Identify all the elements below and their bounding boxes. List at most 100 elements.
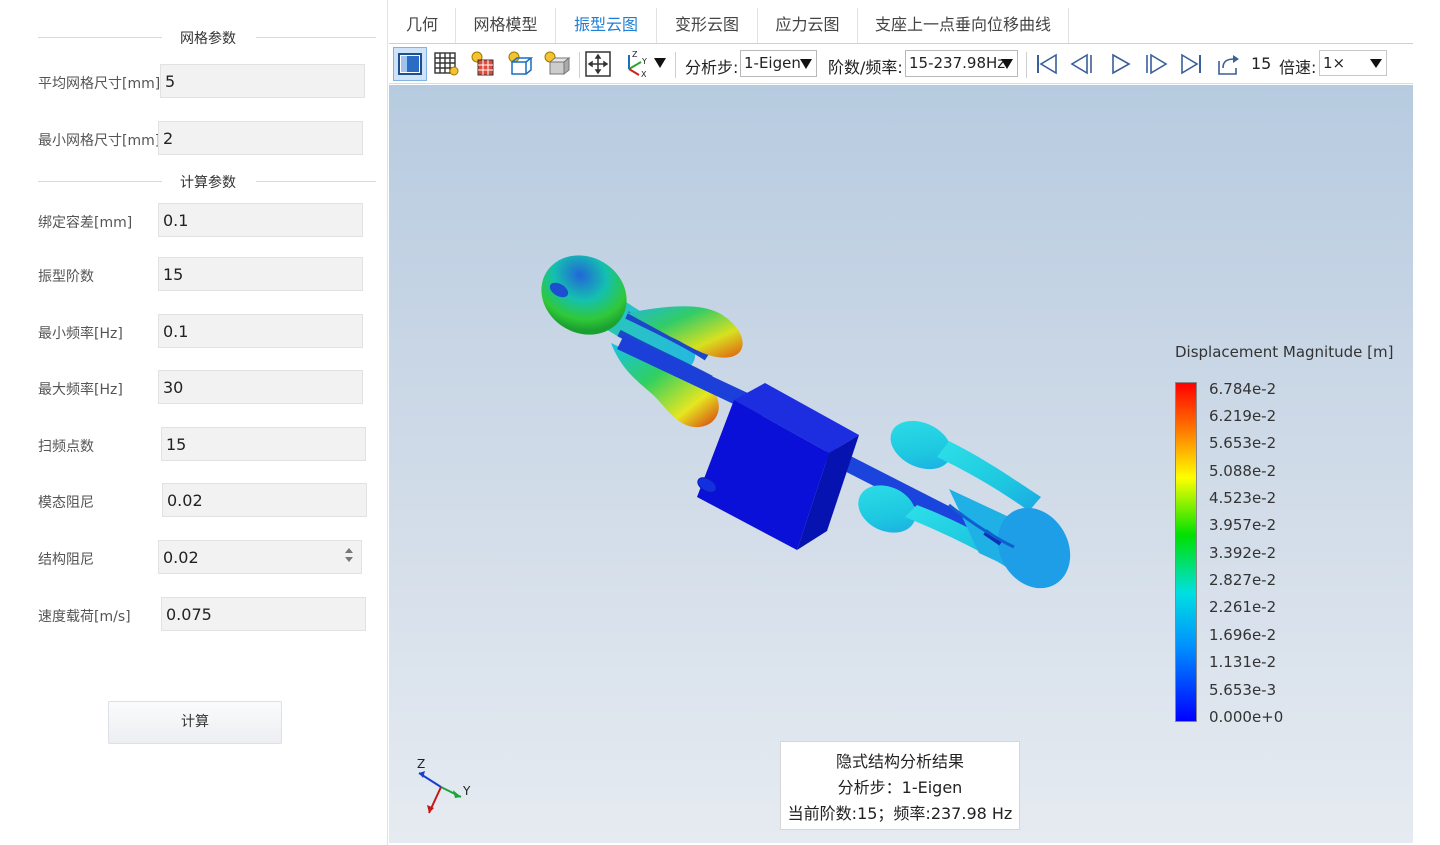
fit-view-icon[interactable] — [581, 47, 615, 81]
svg-text:Y: Y — [641, 57, 647, 66]
legend-title: Displacement Magnitude [m] — [1175, 343, 1394, 361]
parameter-panel: 网格参数 平均网格尺寸[mm] 5 最小网格尺寸[mm] 2 计算参数 绑定容差… — [0, 0, 388, 845]
calc-section-header: 计算参数 — [38, 171, 376, 191]
mode-order-input[interactable]: 15 — [158, 257, 363, 291]
legend-tick: 5.088e-2 — [1209, 462, 1277, 480]
play-icon[interactable] — [1103, 47, 1137, 81]
info-title: 隐式结构分析结果 — [835, 752, 964, 771]
legend-tick: 3.392e-2 — [1209, 544, 1277, 562]
toolbar-separator — [1026, 52, 1027, 78]
order-freq-value: 15-237.98Hz — [909, 54, 1006, 72]
next-frame-icon[interactable] — [1139, 47, 1173, 81]
param-row-max-freq: 最大频率[Hz] 30 — [0, 370, 388, 406]
legend-tick: 1.696e-2 — [1209, 626, 1277, 644]
modal-damping-input[interactable]: 0.02 — [162, 483, 367, 517]
toolbar-separator — [675, 52, 676, 78]
tab-vertical-displacement-curve[interactable]: 支座上一点垂向位移曲线 — [858, 8, 1069, 43]
analysis-step-value: 1-Eigen — [744, 54, 801, 72]
param-row-min-mesh: 最小网格尺寸[mm] 2 — [0, 121, 388, 157]
velocity-load-input[interactable]: 0.075 — [161, 597, 366, 631]
tolerance-label: 绑定容差[mm] — [38, 215, 133, 231]
calculate-button[interactable]: 计算 — [108, 701, 282, 744]
viewer-toolbar: ZYX 分析步: 1-Eigen 阶数/频率: 15-237.98Hz 15 倍… — [389, 44, 1413, 84]
mesh-view-icon[interactable] — [429, 47, 463, 81]
structural-damping-value: 0.02 — [163, 548, 199, 567]
sweep-points-input[interactable]: 15 — [161, 427, 366, 461]
solid-view-icon[interactable] — [393, 47, 427, 81]
axis-dropdown-arrow-icon[interactable] — [654, 58, 666, 68]
left-bulb-assembly — [541, 255, 743, 428]
calc-section-title: 计算参数 — [180, 175, 236, 191]
toolbar-separator — [579, 52, 580, 78]
legend-tick: 6.219e-2 — [1209, 407, 1277, 425]
svg-text:Z: Z — [632, 50, 638, 59]
legend-tick: 4.523e-2 — [1209, 489, 1277, 507]
speed-label: 倍速: — [1279, 58, 1317, 77]
legend-tick: 2.261e-2 — [1209, 598, 1277, 616]
param-row-sweep-points: 扫频点数 15 — [0, 427, 388, 463]
structural-damping-spinbox[interactable]: 0.02 — [158, 540, 362, 574]
tab-deformation[interactable]: 变形云图 — [657, 8, 758, 43]
param-row-tolerance: 绑定容差[mm] 0.1 — [0, 203, 388, 239]
param-row-modal-damping: 模态阻尼 0.02 — [0, 483, 388, 519]
modal-damping-label: 模态阻尼 — [38, 495, 94, 511]
chevron-down-icon — [1370, 59, 1382, 68]
light-mesh-icon[interactable] — [466, 47, 500, 81]
tolerance-input[interactable]: 0.1 — [158, 203, 363, 237]
param-row-avg-mesh: 平均网格尺寸[mm] 5 — [0, 64, 388, 100]
min-freq-input[interactable]: 0.1 — [158, 314, 363, 348]
analysis-step-select[interactable]: 1-Eigen — [740, 50, 817, 77]
sweep-points-label: 扫频点数 — [38, 439, 94, 455]
legend-tick: 2.827e-2 — [1209, 571, 1277, 589]
min-mesh-size-label: 最小网格尺寸[mm] — [38, 133, 161, 149]
analysis-info-box: 隐式结构分析结果 分析步：1-Eigen 当前阶数:15；频率:237.98 H… — [780, 741, 1020, 830]
tab-geometry[interactable]: 几何 — [389, 8, 456, 43]
tab-mesh-model[interactable]: 网格模型 — [456, 8, 556, 43]
legend-tick: 5.653e-3 — [1209, 681, 1277, 699]
avg-mesh-size-input[interactable]: 5 — [160, 64, 365, 98]
info-analysis-step: 分析步：1-Eigen — [837, 778, 963, 797]
legend-color-bar — [1175, 382, 1197, 722]
avg-mesh-size-label: 平均网格尺寸[mm] — [38, 76, 161, 92]
triad-y-label: Y — [462, 784, 471, 798]
param-row-velocity-load: 速度载荷[m/s] 0.075 — [0, 597, 388, 633]
tab-mode-shape[interactable]: 振型云图 — [556, 8, 657, 43]
mode-order-label: 振型阶数 — [38, 269, 94, 285]
tab-stress[interactable]: 应力云图 — [758, 8, 858, 43]
wireframe-icon[interactable] — [503, 47, 537, 81]
spin-up-icon[interactable] — [345, 548, 353, 553]
chevron-down-icon — [1001, 59, 1013, 69]
spin-buttons[interactable] — [343, 544, 355, 572]
mesh-section-header: 网格参数 — [38, 27, 376, 47]
min-mesh-size-input[interactable]: 2 — [158, 121, 363, 155]
param-row-mode-order: 振型阶数 15 — [0, 257, 388, 293]
spin-down-icon[interactable] — [345, 557, 353, 562]
first-frame-icon[interactable] — [1029, 47, 1063, 81]
speed-value: 1× — [1323, 54, 1346, 72]
info-current-mode: 当前阶数:15；频率:237.98 Hz — [787, 804, 1013, 823]
3d-viewport[interactable]: Z Y Displacement Magnitude [m] 6.784e-2 … — [389, 85, 1413, 843]
triad-z-label: Z — [417, 757, 425, 771]
min-freq-label: 最小频率[Hz] — [38, 326, 123, 342]
svg-text:X: X — [641, 70, 647, 79]
order-freq-select[interactable]: 15-237.98Hz — [905, 50, 1018, 77]
axis-triad: Z Y — [417, 757, 471, 814]
param-row-min-freq: 最小频率[Hz] 0.1 — [0, 314, 388, 350]
max-freq-input[interactable]: 30 — [158, 370, 363, 404]
structural-damping-label: 结构阻尼 — [38, 552, 94, 568]
velocity-load-label: 速度载荷[m/s] — [38, 609, 131, 625]
axis-view-icon[interactable]: ZYX — [619, 47, 653, 81]
speed-select[interactable]: 1× — [1319, 50, 1387, 76]
last-frame-icon[interactable] — [1175, 47, 1209, 81]
previous-frame-icon[interactable] — [1065, 47, 1099, 81]
right-fork-assembly — [858, 420, 1071, 589]
chevron-down-icon — [800, 59, 812, 69]
light-box-icon[interactable] — [539, 47, 573, 81]
loop-export-icon[interactable] — [1211, 47, 1245, 81]
legend-tick: 5.653e-2 — [1209, 434, 1277, 452]
view-tabbar: 几何 网格模型 振型云图 变形云图 应力云图 支座上一点垂向位移曲线 — [389, 8, 1413, 44]
frame-number: 15 — [1251, 54, 1272, 73]
legend-tick: 3.957e-2 — [1209, 516, 1277, 534]
analysis-step-label: 分析步: — [685, 58, 739, 77]
order-freq-label: 阶数/频率: — [828, 58, 903, 77]
